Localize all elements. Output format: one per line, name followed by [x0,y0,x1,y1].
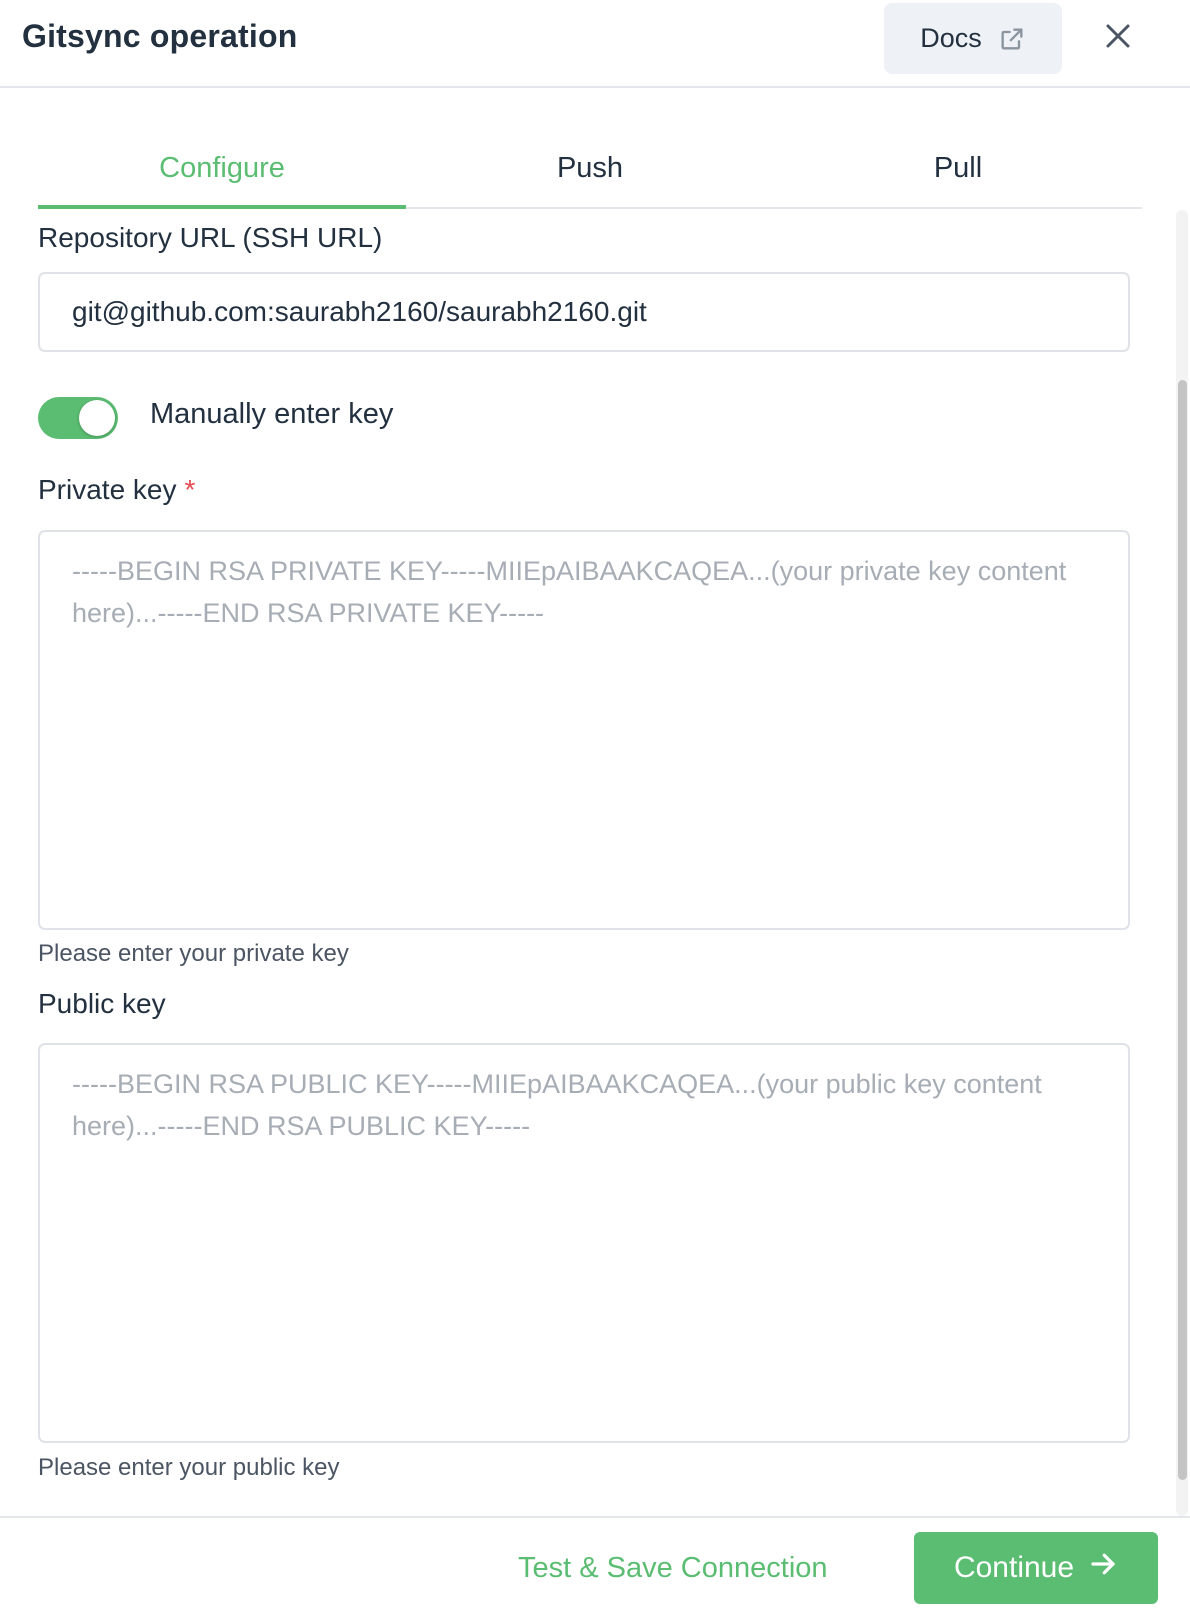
tab-bar: Configure Push Pull [38,132,1142,209]
manual-key-toggle-label: Manually enter key [150,398,394,430]
docs-button[interactable]: Docs [884,3,1062,74]
private-key-textarea[interactable] [38,530,1130,930]
scrollbar-thumb[interactable] [1178,380,1187,1480]
continue-button-label: Continue [953,1551,1075,1584]
continue-button[interactable]: Continue [914,1532,1158,1604]
toggle-knob [79,400,115,436]
tab-pull[interactable]: Pull [774,132,1142,207]
tab-configure[interactable]: Configure [38,132,406,209]
external-link-icon [998,25,1026,53]
repo-url-label: Repository URL (SSH URL) [38,222,383,253]
close-icon[interactable] [1100,18,1136,54]
public-key-textarea[interactable] [38,1043,1130,1443]
panel-footer: Test & Save Connection Continue [0,1516,1190,1616]
arrow-right-icon [1088,1549,1118,1587]
private-key-label-text: Private key [38,474,177,505]
panel-header: Gitsync operation Docs [0,0,1190,88]
private-key-helper: Please enter your private key [38,940,349,967]
public-key-helper: Please enter your public key [38,1454,340,1481]
required-marker: * [184,474,196,505]
panel-title: Gitsync operation [22,18,298,54]
private-key-label: Private key * [38,474,195,506]
test-save-connection-button[interactable]: Test & Save Connection [518,1552,828,1585]
tab-push[interactable]: Push [406,132,774,207]
public-key-label: Public key [38,988,166,1019]
docs-button-label: Docs [920,23,982,53]
manual-key-toggle[interactable] [38,397,118,439]
repo-url-input[interactable] [38,272,1130,352]
gitsync-panel: Gitsync operation Docs Configure Push Pu… [0,0,1190,1616]
